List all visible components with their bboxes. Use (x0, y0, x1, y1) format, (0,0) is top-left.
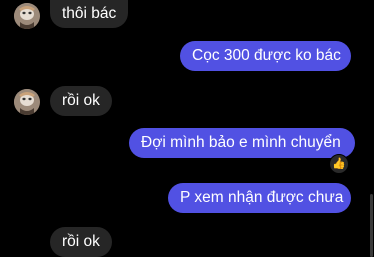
message-bubble-outgoing[interactable]: Cọc 300 được ko bác (180, 41, 351, 71)
chat-screen: thôi bác Cọc 300 được ko bác rồi ok Đợi … (0, 0, 374, 257)
message-text: P xem nhận được chưa (180, 189, 344, 206)
message-bubble-outgoing[interactable]: P xem nhận được chưa (168, 183, 351, 213)
message-bubble-incoming[interactable]: rồi ok (50, 86, 112, 116)
contact-avatar-icon[interactable] (14, 89, 40, 115)
thumbs-up-icon[interactable]: 👍 (329, 154, 349, 174)
reaction-emoji: 👍 (332, 157, 346, 170)
message-bubble-outgoing[interactable]: Đợi mình bảo e mình chuyển (129, 128, 355, 158)
message-text: rồi ok (62, 233, 100, 250)
message-text: rồi ok (62, 92, 100, 109)
message-bubble-incoming[interactable]: thôi bác (50, 0, 129, 28)
message-bubble-incoming[interactable]: rồi ok (50, 227, 112, 257)
scrollbar-thumb[interactable] (370, 194, 373, 257)
message-text: Cọc 300 được ko bác (192, 47, 341, 64)
contact-avatar-icon[interactable] (14, 3, 40, 29)
message-text: thôi bác (62, 5, 117, 22)
message-text: Đợi mình bảo e mình chuyển (141, 134, 341, 151)
